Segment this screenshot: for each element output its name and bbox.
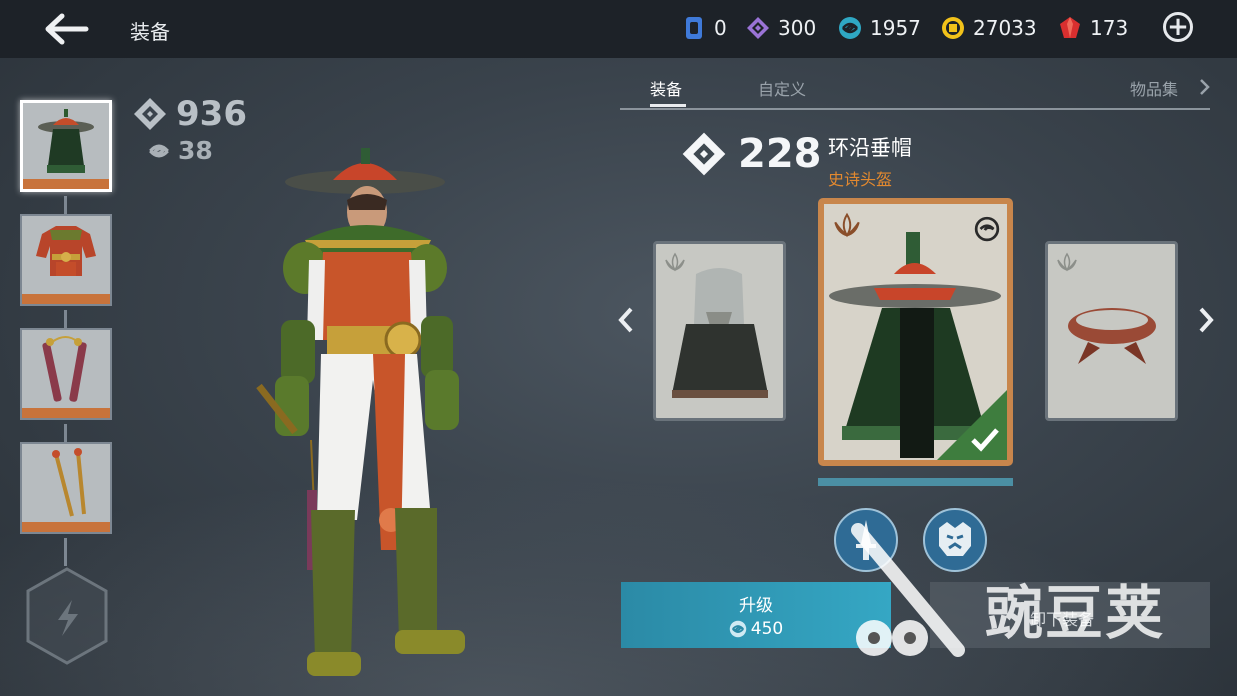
item-info: 环沿垂帽 史诗头盔 bbox=[828, 132, 912, 190]
darts-icon bbox=[52, 448, 86, 517]
blue-swirl-icon bbox=[729, 620, 747, 638]
page-title: 装备 bbox=[130, 20, 170, 44]
slot-connector bbox=[64, 310, 67, 328]
lotus-icon bbox=[665, 252, 685, 272]
prev-item-button[interactable] bbox=[616, 305, 636, 343]
power-icon bbox=[682, 132, 726, 176]
tab-collection[interactable]: 物品集 bbox=[1130, 76, 1178, 100]
chevron-right-icon[interactable] bbox=[1198, 78, 1210, 96]
gold-coin-icon bbox=[941, 16, 965, 40]
slot-rarity-bar bbox=[22, 294, 110, 304]
coins-value: 27033 bbox=[973, 16, 1037, 40]
tab-bar: 装备 自定义 物品集 bbox=[620, 66, 1210, 110]
level-value: 38 bbox=[178, 136, 213, 165]
slot-nunchaku[interactable] bbox=[20, 328, 112, 420]
top-bar: 装备 0 300 1957 27033 173 + bbox=[0, 0, 1237, 58]
energy-value: 1957 bbox=[870, 16, 921, 40]
slot-connector bbox=[64, 196, 67, 214]
item-name: 环沿垂帽 bbox=[828, 136, 912, 160]
total-power-value: 936 bbox=[176, 94, 247, 134]
item-power-value: 228 bbox=[738, 131, 822, 177]
item-power-block: 228 bbox=[680, 130, 822, 178]
total-power: 936 bbox=[132, 94, 247, 134]
slot-connector bbox=[64, 424, 67, 442]
item-card-selected[interactable] bbox=[818, 198, 1013, 466]
swirl-icon bbox=[149, 144, 169, 157]
lotus-icon bbox=[834, 212, 860, 238]
character-level: 38 bbox=[132, 136, 247, 165]
watermark-logo bbox=[851, 523, 965, 657]
upgrade-label: 升级 bbox=[739, 596, 773, 616]
character-stats: 936 38 bbox=[132, 94, 247, 165]
currency-gems: 173 bbox=[1058, 16, 1128, 40]
slot-ranged[interactable] bbox=[20, 442, 112, 534]
tab-equip[interactable]: 装备 bbox=[650, 76, 682, 100]
chevron-right-icon bbox=[1199, 307, 1214, 333]
item-card-next[interactable] bbox=[1045, 241, 1178, 421]
slot-connector bbox=[64, 538, 67, 566]
plus-icon: + bbox=[1167, 12, 1189, 42]
next-item-button[interactable] bbox=[1196, 305, 1216, 343]
currency-energy: 1957 bbox=[838, 16, 921, 40]
gems-value: 173 bbox=[1090, 16, 1129, 40]
power-icon bbox=[134, 98, 166, 130]
tab-customize[interactable]: 自定义 bbox=[758, 76, 806, 100]
lotus-icon bbox=[1057, 252, 1077, 272]
nunchaku-icon bbox=[42, 336, 87, 402]
item-rarity: 史诗头盔 bbox=[828, 170, 893, 189]
slot-magic-locked[interactable] bbox=[24, 566, 110, 666]
currency-crystals: 300 bbox=[746, 16, 816, 40]
item-card-prev[interactable] bbox=[653, 241, 786, 421]
currency-coins: 27033 bbox=[941, 16, 1037, 40]
purple-diamond-icon bbox=[746, 16, 770, 40]
red-gem-icon bbox=[1058, 16, 1082, 40]
tab-active-indicator bbox=[650, 104, 686, 107]
character-model bbox=[256, 148, 465, 676]
upgrade-cost: 450 bbox=[729, 619, 783, 639]
slot-armor[interactable] bbox=[20, 214, 112, 306]
slot-helmet[interactable] bbox=[20, 100, 112, 192]
slot-rarity-bar bbox=[23, 179, 109, 189]
crystals-value: 300 bbox=[778, 16, 817, 40]
element-swirl-icon bbox=[974, 216, 1000, 242]
watermark-text: 豌豆荚 bbox=[985, 579, 1166, 647]
armor-icon bbox=[36, 226, 96, 276]
tickets-value: 0 bbox=[714, 16, 727, 40]
ticket-icon bbox=[682, 16, 706, 40]
equipped-check-icon bbox=[937, 390, 1007, 460]
blue-swirl-icon bbox=[838, 16, 862, 40]
back-arrow-icon bbox=[45, 13, 89, 45]
currency-tickets: 0 bbox=[682, 16, 727, 40]
chevron-left-icon bbox=[618, 307, 633, 333]
slot-rarity-bar bbox=[22, 408, 110, 418]
add-currency-button[interactable]: + bbox=[1163, 12, 1193, 42]
back-button[interactable] bbox=[40, 10, 92, 48]
slot-rarity-bar bbox=[22, 522, 110, 532]
upgrade-cost-value: 450 bbox=[750, 619, 784, 639]
helmet-icon bbox=[38, 109, 94, 173]
item-progress-bar bbox=[818, 478, 1013, 486]
